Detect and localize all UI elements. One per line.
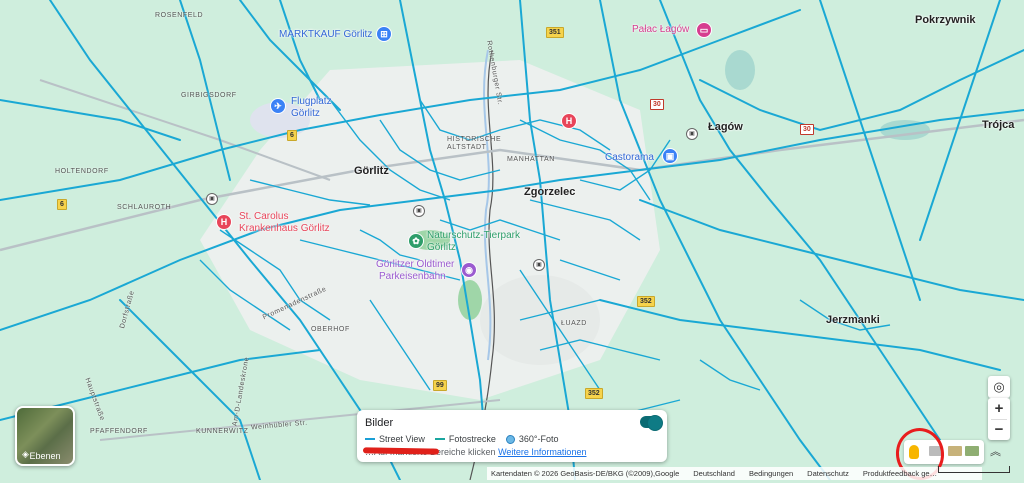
city-label-trojca: Trójca — [982, 119, 1015, 131]
layers-button[interactable]: ◈ Ebenen — [15, 406, 75, 466]
hotel-icon[interactable]: ▭ — [696, 22, 712, 38]
airplane-icon[interactable]: ✈ — [270, 98, 286, 114]
poi-marktkauf-label[interactable]: MARKTKAUF Görlitz — [279, 29, 372, 40]
poi-airport-label-1[interactable]: Flugplatz — [291, 96, 332, 107]
district-label: OBERHOF — [311, 326, 350, 333]
poi-zoo-label-1[interactable]: Naturschutz-Tierpark — [427, 230, 520, 241]
legend-360: 360°-Foto — [505, 434, 559, 444]
dashed-line-icon — [434, 438, 445, 440]
feedback-link[interactable]: Produktfeedback ge… — [863, 469, 937, 478]
poi-airport-label-2[interactable]: Görlitz — [291, 108, 320, 119]
city-label-zgorzelec: Zgorzelec — [524, 186, 576, 198]
poi-zoo-label-2[interactable]: Görlitz — [427, 242, 456, 253]
road-shield: 351 — [546, 27, 564, 38]
poi-hospital-label-1[interactable]: St. Carolus — [239, 211, 288, 222]
city-label-goerlitz: Görlitz — [354, 165, 389, 177]
district-label: ŁUAZD — [561, 320, 587, 327]
poi-castorama-label[interactable]: Castorama — [605, 152, 654, 163]
shopping-cart-icon[interactable]: ⊞ — [376, 26, 392, 42]
map-thumbnail[interactable] — [948, 446, 962, 456]
dot-icon — [505, 434, 515, 444]
zoom-out-button[interactable]: − — [988, 419, 1010, 440]
city-label-lagow: Łagów — [708, 121, 743, 133]
poi-railway-label-2[interactable]: Parkeisenbahn — [379, 271, 446, 282]
road-shield: 30 — [650, 99, 664, 110]
terrain-thumbnail[interactable] — [965, 446, 979, 456]
legend-photo-route: Fotostrecke — [434, 434, 496, 444]
train-station-icon[interactable]: ▣ — [206, 193, 218, 205]
district-label: KUNNERWITZ — [196, 428, 249, 435]
legend-street-view-label: Street View — [379, 434, 425, 444]
zoom-in-button[interactable]: + — [988, 398, 1010, 419]
district-label: GIRBIGSDORF — [181, 92, 237, 99]
toggle-knob — [647, 415, 663, 431]
road-shield: 99 — [433, 380, 447, 391]
city-label-jerzmanki: Jerzmanki — [826, 314, 880, 326]
panel-title: Bilder — [365, 417, 394, 429]
attribution: Kartendaten © 2026 GeoBasis-DE/BKG (©200… — [491, 469, 680, 478]
imagery-toggle[interactable] — [640, 415, 663, 431]
district-label: ROSENFELD — [155, 12, 204, 19]
my-location-button[interactable]: ◎ — [988, 376, 1010, 398]
city-label-pokrzywnik: Pokrzywnik — [915, 14, 976, 26]
legend-street-view: Street View — [365, 434, 425, 444]
poi-palace-label[interactable]: Pałac Łagów — [632, 24, 689, 35]
hospital-icon[interactable]: H — [561, 113, 577, 129]
road-shield: 6 — [287, 130, 297, 141]
road-shield: 30 — [800, 124, 814, 135]
poi-hospital-label-2[interactable]: Krankenhaus Görlitz — [239, 223, 330, 234]
zoom-control: + − — [988, 398, 1010, 440]
road-shield: 352 — [637, 296, 655, 307]
district-label: HOLTENDORF — [55, 168, 109, 175]
scale-bar — [938, 466, 1010, 473]
zoo-icon[interactable]: ✿ — [408, 233, 424, 249]
train-station-icon[interactable]: ▣ — [413, 205, 425, 217]
legend: Street View Fotostrecke 360°-Foto — [365, 434, 559, 444]
poi-railway-label-1[interactable]: Görlitzer Oldtimer — [376, 259, 454, 270]
road-shield: 6 — [57, 199, 67, 210]
country-link[interactable]: Deutschland — [693, 469, 735, 478]
legend-photo-route-label: Fotostrecke — [448, 434, 496, 444]
district-label: PFAFFENDORF — [90, 428, 148, 435]
more-info-link[interactable]: Weitere Informationen — [498, 447, 586, 457]
road-shield: 352 — [585, 388, 603, 399]
layers-label: Ebenen — [29, 451, 61, 461]
terms-link[interactable]: Bedingungen — [749, 469, 793, 478]
crosshair-icon: ◎ — [993, 379, 1005, 394]
privacy-link[interactable]: Datenschutz — [807, 469, 849, 478]
solid-line-icon — [365, 438, 375, 440]
train-station-icon[interactable]: ▣ — [533, 259, 545, 271]
hospital-icon[interactable]: H — [216, 214, 232, 230]
footer-bar: Kartendaten © 2026 GeoBasis-DE/BKG (©200… — [487, 467, 982, 480]
district-label: HISTORISCHE ALTSTADT — [447, 136, 502, 151]
legend-360-label: 360°-Foto — [518, 434, 559, 444]
imagery-panel: Bilder Street View Fotostrecke 360°-Foto… — [357, 410, 667, 462]
shopping-bag-icon[interactable]: ▣ — [662, 148, 678, 164]
camera-icon[interactable]: ◉ — [461, 262, 477, 278]
district-label: SCHLAUROTH — [117, 204, 172, 211]
train-station-icon[interactable]: ▣ — [686, 128, 698, 140]
district-label: MANHATTAN — [507, 156, 555, 163]
chevron-up-icon[interactable]: ︽ — [990, 443, 1001, 459]
